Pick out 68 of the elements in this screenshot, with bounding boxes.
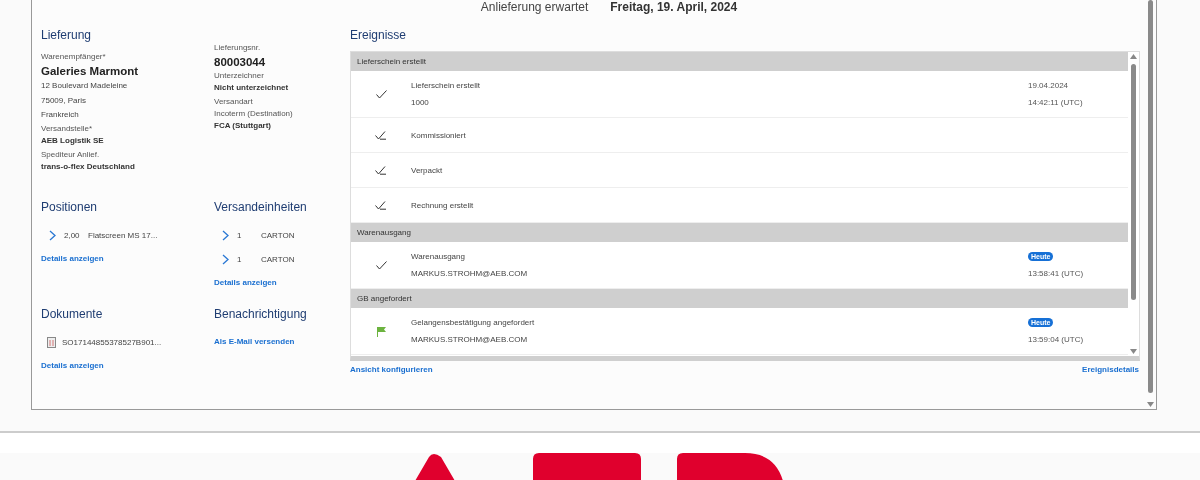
chevron-right-icon[interactable] bbox=[222, 229, 229, 241]
field-value: FCA (Stuttgart) bbox=[214, 120, 273, 132]
check-icon bbox=[375, 260, 387, 270]
field-label: Warenempfänger* bbox=[41, 51, 107, 63]
field-value: AEB Logistik SE bbox=[41, 134, 105, 147]
chevron-right-icon[interactable] bbox=[49, 229, 56, 241]
event-title: Kommissioniert bbox=[411, 130, 467, 140]
group-header: Warenausgang bbox=[351, 223, 1128, 242]
check-icon bbox=[375, 89, 387, 99]
event-details-link[interactable]: Ereignisdetails bbox=[1082, 365, 1139, 374]
field-heading: Galeries Marmont bbox=[41, 64, 140, 79]
event-time: 14:42:11 (UTC) bbox=[1028, 98, 1083, 107]
event-title: Lieferschein erstellt bbox=[411, 81, 481, 90]
event-detail: 1000 bbox=[411, 98, 430, 107]
document-name[interactable]: SO17144855378527B901... bbox=[62, 337, 162, 347]
event-detail: MARKUS.STROHM@AEB.COM bbox=[411, 335, 529, 344]
field-label: Lieferungsnr. bbox=[214, 42, 262, 54]
field-value: trans-o-flex Deutschland bbox=[41, 160, 136, 173]
event-time: 13:58:41 (UTC) bbox=[1028, 269, 1084, 278]
section-title: Ereignisse bbox=[350, 28, 408, 42]
flag-icon bbox=[375, 325, 387, 337]
document-icon bbox=[47, 336, 56, 348]
item-name: Flatscreen MS 17... bbox=[88, 230, 158, 240]
field-label: Spediteur Anlief. bbox=[41, 148, 101, 161]
event-date: 19.04.2024 bbox=[1028, 81, 1069, 90]
section-title: Lieferung bbox=[41, 28, 93, 42]
check-icon bbox=[375, 200, 387, 210]
group-header: Lieferschein erstellt bbox=[351, 52, 1128, 71]
expected-delivery-label: Anlieferung erwartet bbox=[480, 0, 589, 14]
check-icon bbox=[375, 130, 387, 140]
configure-view-link[interactable]: Ansicht konfigurieren bbox=[350, 365, 433, 374]
field-label: Versandart bbox=[214, 96, 254, 108]
chevron-right-icon[interactable] bbox=[222, 253, 229, 265]
section-title: Dokumente bbox=[41, 307, 104, 321]
unit-name: CARTON bbox=[261, 230, 295, 240]
event-time: 13:59:04 (UTC) bbox=[1028, 335, 1084, 344]
details-link[interactable]: Details anzeigen bbox=[41, 254, 104, 263]
group-header: GB angefordert bbox=[351, 289, 1128, 308]
check-icon bbox=[375, 165, 387, 175]
scroll-down-icon[interactable] bbox=[1130, 349, 1137, 354]
event-detail: MARKUS.STROHM@AEB.COM bbox=[411, 269, 529, 278]
quantity: 1 bbox=[237, 254, 243, 264]
event-title: Verpackt bbox=[411, 165, 444, 175]
unit-name: CARTON bbox=[261, 254, 295, 264]
scroll-down-icon[interactable] bbox=[1147, 402, 1154, 407]
address-line: 75009, Paris bbox=[41, 94, 87, 107]
field-label: Unterzeichner bbox=[214, 70, 265, 82]
email-link[interactable]: Als E-Mail versenden bbox=[214, 337, 295, 346]
details-link[interactable]: Details anzeigen bbox=[41, 361, 104, 370]
details-link[interactable]: Details anzeigen bbox=[214, 278, 277, 287]
event-title: Gelangensbestätigung angefordert bbox=[411, 318, 536, 327]
scroll-up-icon[interactable] bbox=[1130, 54, 1137, 59]
scrollbar[interactable] bbox=[1146, 0, 1155, 409]
quantity: 1 bbox=[237, 230, 243, 240]
event-title: Warenausgang bbox=[411, 252, 466, 261]
field-heading: 80003044 bbox=[214, 55, 267, 70]
field-value: Nicht unterzeichnet bbox=[214, 82, 290, 94]
address-line: Frankreich bbox=[41, 109, 80, 121]
expected-delivery-date: Freitag, 19. April, 2024 bbox=[610, 0, 738, 14]
field-label: Incoterm (Destination) bbox=[214, 108, 294, 120]
scrollbar[interactable] bbox=[1129, 52, 1138, 356]
field-label: Versandstelle* bbox=[41, 122, 94, 135]
section-title: Positionen bbox=[41, 200, 99, 214]
section-title: Benachrichtigung bbox=[214, 307, 308, 321]
section-title: Versandeinheiten bbox=[214, 200, 308, 214]
quantity: 2,00 bbox=[64, 230, 81, 240]
address-line: 12 Boulevard Madeleine bbox=[41, 80, 129, 92]
event-title: Rechnung erstellt bbox=[411, 200, 475, 210]
